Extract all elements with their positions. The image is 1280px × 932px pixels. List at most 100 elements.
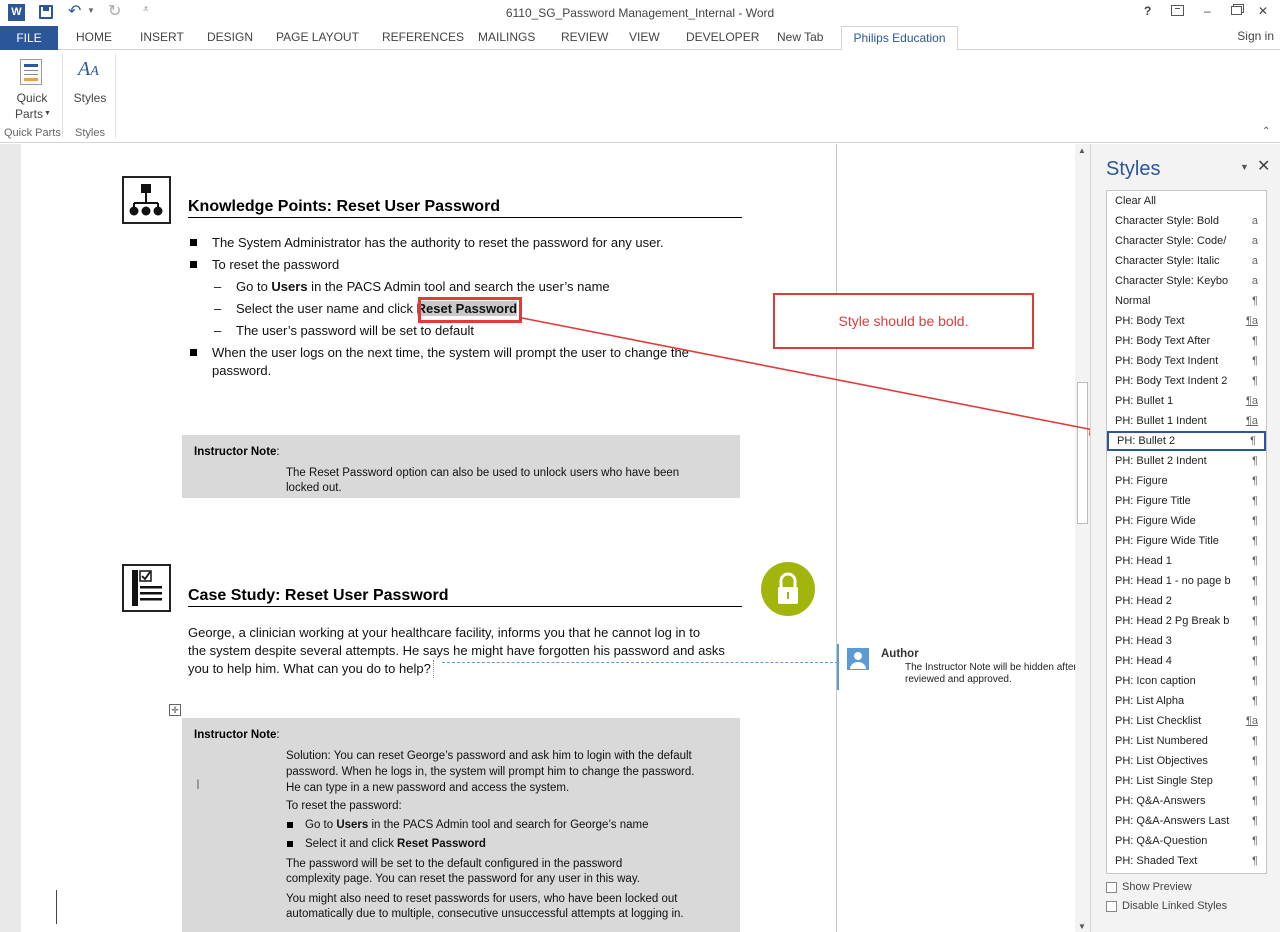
style-type-icon: ¶ bbox=[1252, 595, 1258, 607]
style-item[interactable]: PH: Figure Wide Title ¶ bbox=[1107, 531, 1266, 551]
styles-pane: Styles ▼ ✕ Clear All Character Style: Bol… bbox=[1090, 144, 1280, 932]
style-item[interactable]: PH: Head 1 ¶ bbox=[1107, 551, 1266, 571]
style-item-name: PH: Head 1 bbox=[1115, 555, 1172, 567]
style-item[interactable]: PH: Body Text Indent ¶ bbox=[1107, 351, 1266, 371]
style-item[interactable]: Normal ¶ bbox=[1107, 291, 1266, 311]
style-item-name: PH: List Objectives bbox=[1115, 755, 1208, 767]
style-type-icon: ¶a bbox=[1245, 315, 1258, 327]
style-type-icon: ¶ bbox=[1252, 735, 1258, 747]
style-type-icon: ¶ bbox=[1252, 855, 1258, 867]
style-item[interactable]: PH: Q&A-Question ¶ bbox=[1107, 831, 1266, 851]
style-item-name: PH: Head 1 - no page b bbox=[1115, 575, 1231, 587]
style-item-name: PH: Bullet 2 bbox=[1117, 435, 1176, 447]
style-type-icon: ¶a bbox=[1245, 715, 1258, 727]
style-item-name: PH: Head 2 Pg Break b bbox=[1115, 615, 1230, 627]
style-item[interactable]: PH: Bullet 1 Indent ¶a bbox=[1107, 411, 1266, 431]
style-item-name: PH: Head 3 bbox=[1115, 635, 1172, 647]
show-preview-checkbox[interactable] bbox=[1106, 882, 1117, 893]
style-type-icon: ¶ bbox=[1252, 495, 1258, 507]
style-item[interactable]: PH: Q&A-Answers ¶ bbox=[1107, 791, 1266, 811]
style-item[interactable]: PH: List Objectives ¶ bbox=[1107, 751, 1266, 771]
style-item-name: PH: Figure Wide bbox=[1115, 515, 1196, 527]
style-item-name: PH: Head 4 bbox=[1115, 655, 1172, 667]
style-item-name: PH: Body Text Indent bbox=[1115, 355, 1219, 367]
style-item[interactable]: PH: Figure Title ¶ bbox=[1107, 491, 1266, 511]
show-preview-label: Show Preview bbox=[1122, 881, 1192, 893]
style-item[interactable]: Character Style: Code/a bbox=[1107, 231, 1266, 251]
style-item-name: Clear All bbox=[1115, 195, 1156, 207]
style-item[interactable]: PH: Figure ¶ bbox=[1107, 471, 1266, 491]
pane-options-chevron-down-icon[interactable]: ▼ bbox=[1240, 162, 1249, 172]
style-item[interactable]: Character Style: Keybo a bbox=[1107, 271, 1266, 291]
style-item[interactable]: PH: Icon caption ¶ bbox=[1107, 671, 1266, 691]
style-item-name: PH: Body Text Indent 2 bbox=[1115, 375, 1228, 387]
style-item-name: PH: Figure bbox=[1115, 475, 1168, 487]
style-item[interactable]: PH: Head 4 ¶ bbox=[1107, 651, 1266, 671]
style-type-icon: ¶ bbox=[1252, 455, 1258, 467]
style-item-name: PH: Q&A-Answers bbox=[1115, 795, 1206, 807]
style-type-icon: ¶a bbox=[1245, 415, 1258, 427]
style-type-icon: a bbox=[1251, 215, 1258, 227]
style-item-name: PH: Figure Wide Title bbox=[1115, 535, 1219, 547]
disable-linked-styles-checkbox[interactable] bbox=[1106, 901, 1117, 912]
style-item-name: PH: Body Text After bbox=[1115, 335, 1211, 347]
style-type-icon: ¶ bbox=[1252, 775, 1258, 787]
style-item-name: PH: Q&A-Question bbox=[1115, 835, 1208, 847]
style-item[interactable]: PH: Head 2 Pg Break b ¶ bbox=[1107, 611, 1266, 631]
style-type-icon: ¶ bbox=[1252, 655, 1258, 667]
style-item[interactable]: PH: Q&A-Answers Last ¶ bbox=[1107, 811, 1266, 831]
style-item-name: Character Style: Italic bbox=[1115, 255, 1220, 267]
style-type-icon: ¶a bbox=[1245, 395, 1258, 407]
style-item[interactable]: Character Style: Bold a bbox=[1107, 211, 1266, 231]
style-item-name: PH: List Alpha bbox=[1115, 695, 1185, 707]
style-item-name: PH: Figure Title bbox=[1115, 495, 1191, 507]
style-item-name: PH: Icon caption bbox=[1115, 675, 1196, 687]
style-type-icon: a bbox=[1251, 255, 1258, 267]
style-item-name: Character Style: Keybo bbox=[1115, 275, 1229, 287]
style-type-icon: ¶ bbox=[1252, 475, 1258, 487]
style-type-icon: ¶ bbox=[1252, 815, 1258, 827]
style-item[interactable]: PH: List Single Step ¶ bbox=[1107, 771, 1266, 791]
style-item-name: PH: Bullet 1 bbox=[1115, 395, 1174, 407]
style-item-name: PH: Head 2 bbox=[1115, 595, 1172, 607]
style-item[interactable]: PH: Figure Wide ¶ bbox=[1107, 511, 1266, 531]
style-type-icon: ¶ bbox=[1252, 375, 1258, 387]
styles-pane-title: Styles bbox=[1106, 158, 1161, 180]
style-item[interactable]: PH: Head 2 ¶ bbox=[1107, 591, 1266, 611]
style-item-name: PH: List Numbered bbox=[1115, 735, 1208, 747]
style-item[interactable]: PH: List Alpha ¶ bbox=[1107, 691, 1266, 711]
style-type-icon: a bbox=[1251, 275, 1258, 287]
style-type-icon: ¶ bbox=[1252, 695, 1258, 707]
style-item[interactable]: PH: Body Text After ¶ bbox=[1107, 331, 1266, 351]
style-item[interactable]: PH: List Numbered ¶ bbox=[1107, 731, 1266, 751]
style-type-icon: ¶ bbox=[1252, 795, 1258, 807]
style-item[interactable]: PH: Head 1 - no page b ¶ bbox=[1107, 571, 1266, 591]
style-item[interactable]: PH: Body Text ¶a bbox=[1107, 311, 1266, 331]
styles-list: Clear All Character Style: Bold a Character… bbox=[1106, 190, 1267, 874]
style-item-name: Normal bbox=[1115, 295, 1151, 307]
style-type-icon: ¶ bbox=[1252, 355, 1258, 367]
style-type-icon: ¶ bbox=[1252, 575, 1258, 587]
style-type-icon: ¶ bbox=[1252, 615, 1258, 627]
disable-linked-styles-label: Disable Linked Styles bbox=[1122, 900, 1228, 912]
style-item-name: PH: Shaded Text bbox=[1115, 855, 1198, 867]
style-item[interactable]: PH: Bullet 1 ¶a bbox=[1107, 391, 1266, 411]
annotation-arrow bbox=[521, 317, 1106, 436]
style-type-icon: ¶ bbox=[1252, 295, 1258, 307]
style-item-name: PH: Body Text bbox=[1115, 315, 1185, 327]
close-pane-icon[interactable]: ✕ bbox=[1257, 156, 1270, 176]
style-item-name: Character Style: Bold bbox=[1115, 215, 1219, 227]
style-item[interactable]: PH: List Checklist ¶a bbox=[1107, 711, 1266, 731]
style-type-icon: ¶ bbox=[1252, 555, 1258, 567]
style-item[interactable]: PH: Bullet 2 Indent ¶ bbox=[1107, 451, 1266, 471]
style-item-name: Character Style: Code/ bbox=[1115, 235, 1227, 247]
style-item[interactable]: Character Style: Italic a bbox=[1107, 251, 1266, 271]
style-item[interactable]: PH: Shaded Text ¶ bbox=[1107, 851, 1266, 871]
style-item[interactable]: PH: Head 3 ¶ bbox=[1107, 631, 1266, 651]
style-item[interactable]: Clear All bbox=[1107, 191, 1266, 211]
style-item[interactable]: PH: Bullet 2 ¶ bbox=[1107, 431, 1266, 451]
style-type-icon: ¶ bbox=[1252, 675, 1258, 687]
style-item-name: PH: Bullet 1 Indent bbox=[1115, 415, 1207, 427]
style-item-name: PH: Bullet 2 Indent bbox=[1115, 455, 1207, 467]
style-item[interactable]: PH: Body Text Indent 2 ¶ bbox=[1107, 371, 1266, 391]
